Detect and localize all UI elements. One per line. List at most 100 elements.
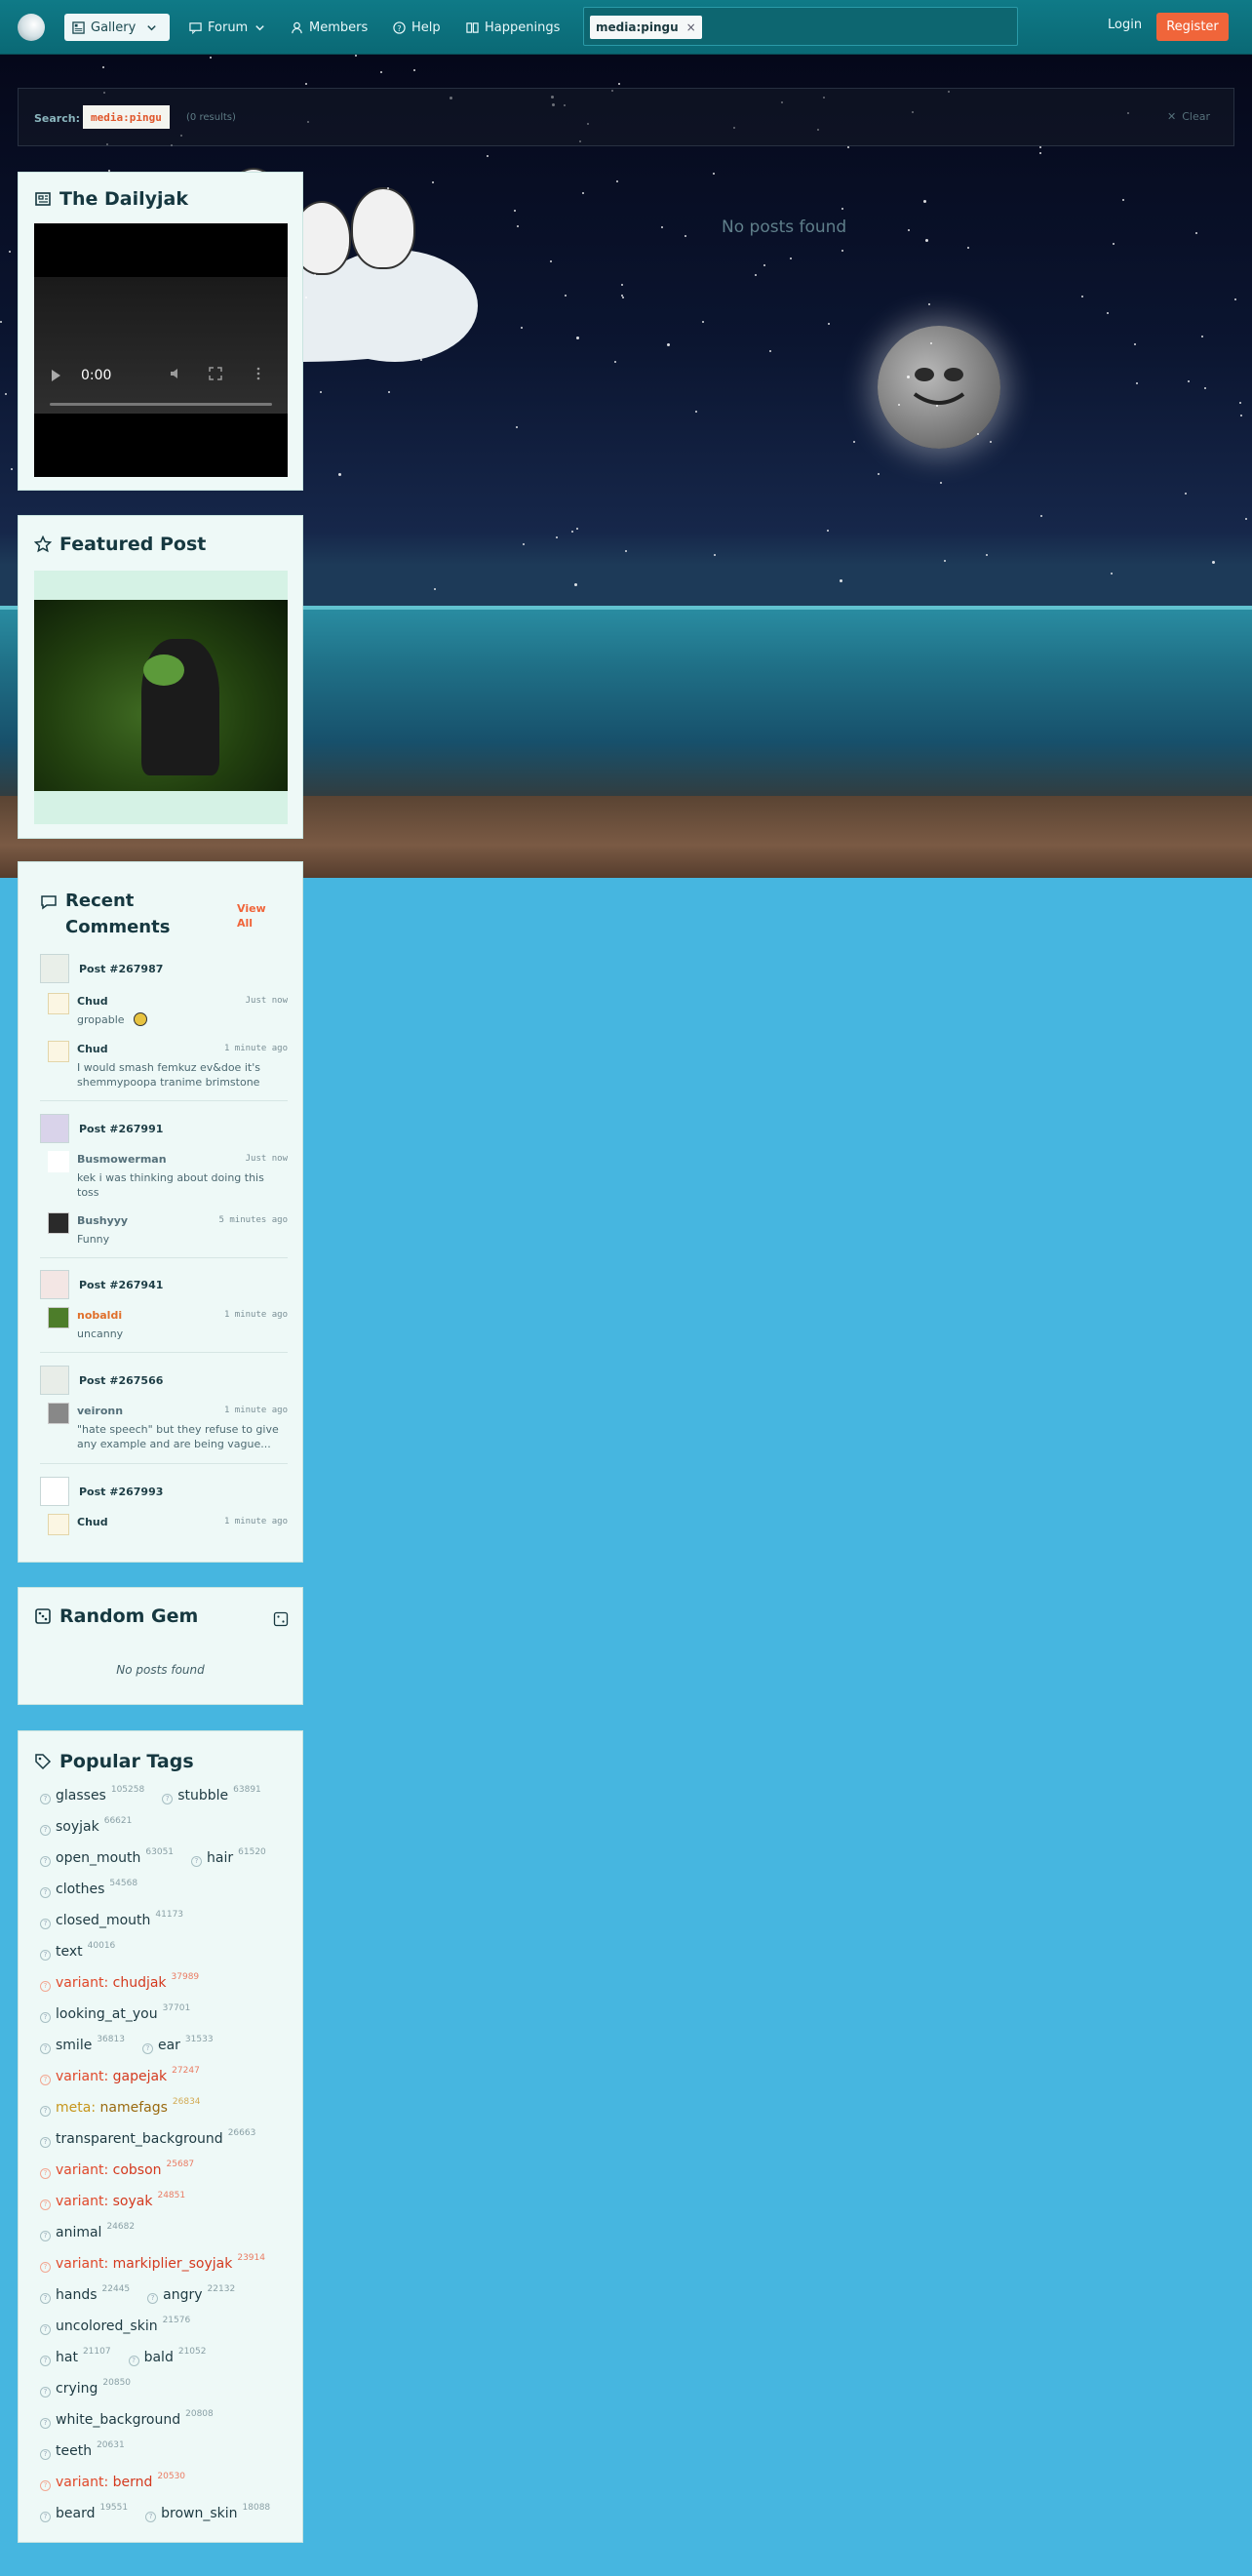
avatar[interactable] bbox=[48, 1041, 69, 1062]
post-thumbnail[interactable] bbox=[40, 1366, 69, 1395]
tag-help-icon[interactable]: ? bbox=[40, 2448, 51, 2460]
avatar[interactable] bbox=[48, 1212, 69, 1234]
tag-link[interactable]: ? open_mouth 63051 bbox=[40, 1847, 174, 1867]
tag-help-icon[interactable]: ? bbox=[40, 2261, 51, 2273]
tag-help-icon[interactable]: ? bbox=[40, 2167, 51, 2179]
tag-link[interactable]: ? variant: cobson 25687 bbox=[40, 2160, 194, 2179]
tag-link[interactable]: ? animal 24682 bbox=[40, 2222, 135, 2241]
tag-link[interactable]: ? variant: gapejak 27247 bbox=[40, 2066, 200, 2085]
tag-link[interactable]: ? closed_mouth 41173 bbox=[40, 1910, 183, 1929]
tag-link[interactable]: ? teeth 20631 bbox=[40, 2440, 125, 2460]
nav-happenings-button[interactable]: Happenings bbox=[458, 14, 567, 41]
nav-help-button[interactable]: ? Help bbox=[385, 14, 449, 41]
tag-link[interactable]: ? brown_skin 18088 bbox=[145, 2503, 270, 2522]
nav-gallery-button[interactable]: Gallery bbox=[64, 14, 170, 41]
dailyjak-video-player[interactable]: 0:00 bbox=[34, 223, 288, 477]
clear-search-button[interactable]: ✕ Clear bbox=[1167, 110, 1210, 123]
search-tag-chip[interactable]: media:pingu × bbox=[590, 16, 702, 39]
tag-link[interactable]: ? soyjak 66621 bbox=[40, 1816, 132, 1836]
tag-help-icon[interactable]: ? bbox=[40, 2417, 51, 2429]
remove-chip-icon[interactable]: × bbox=[686, 20, 696, 34]
fullscreen-icon[interactable] bbox=[208, 366, 223, 381]
tag-help-icon[interactable]: ? bbox=[40, 2230, 51, 2241]
post-thumbnail[interactable] bbox=[40, 954, 69, 983]
comment-username[interactable]: nobaldi bbox=[77, 1309, 122, 1322]
tag-link[interactable]: ? hands 22445 bbox=[40, 2284, 130, 2304]
tag-link[interactable]: ? bald 21052 bbox=[128, 2347, 206, 2366]
post-link[interactable]: Post #267987 bbox=[40, 954, 163, 983]
tag-help-icon[interactable]: ? bbox=[147, 2292, 159, 2304]
tag-help-icon[interactable]: ? bbox=[40, 2479, 51, 2491]
tag-link[interactable]: ? variant: chudjak 37989 bbox=[40, 1972, 199, 1992]
tag-help-icon[interactable]: ? bbox=[40, 2105, 51, 2117]
register-button[interactable]: Register bbox=[1156, 13, 1229, 41]
tag-help-icon[interactable]: ? bbox=[191, 1855, 203, 1867]
tag-link[interactable]: ? beard 19551 bbox=[40, 2503, 128, 2522]
tag-help-icon[interactable]: ? bbox=[40, 2136, 51, 2148]
tag-link[interactable]: ? variant: bernd 20530 bbox=[40, 2472, 185, 2491]
tag-link[interactable]: ? text 40016 bbox=[40, 1941, 115, 1961]
avatar[interactable] bbox=[48, 1403, 69, 1424]
volume-icon[interactable] bbox=[169, 366, 184, 381]
more-options-icon[interactable] bbox=[251, 366, 266, 381]
post-thumbnail[interactable] bbox=[40, 1114, 69, 1143]
comment-username[interactable]: Chud bbox=[77, 995, 108, 1008]
nav-forum-button[interactable]: Forum bbox=[181, 14, 274, 41]
site-logo[interactable] bbox=[18, 14, 45, 41]
tag-link[interactable]: ? ear 31533 bbox=[141, 2035, 214, 2054]
tag-link[interactable]: ? meta: namefags 26834 bbox=[40, 2097, 201, 2117]
post-link[interactable]: Post #267566 bbox=[40, 1366, 163, 1395]
tag-help-icon[interactable]: ? bbox=[40, 1949, 51, 1961]
tag-link[interactable]: ? uncolored_skin 21576 bbox=[40, 2316, 190, 2335]
tag-link[interactable]: ? glasses 105258 bbox=[40, 1785, 144, 1804]
avatar[interactable] bbox=[48, 1151, 69, 1172]
tag-search-input[interactable]: media:pingu × bbox=[583, 7, 1018, 46]
tag-link[interactable]: ? white_background 20808 bbox=[40, 2409, 214, 2429]
tag-help-icon[interactable]: ? bbox=[40, 1855, 51, 1867]
avatar[interactable] bbox=[48, 993, 69, 1014]
post-link[interactable]: Post #267941 bbox=[40, 1270, 163, 1299]
tag-help-icon[interactable]: ? bbox=[145, 2511, 157, 2522]
tag-link[interactable]: ? stubble 63891 bbox=[162, 1785, 261, 1804]
tag-help-icon[interactable]: ? bbox=[40, 1980, 51, 1992]
login-link[interactable]: Login bbox=[1108, 18, 1142, 32]
tag-help-icon[interactable]: ? bbox=[40, 1793, 51, 1804]
tag-link[interactable]: ? smile 36813 bbox=[40, 2035, 125, 2054]
tag-help-icon[interactable]: ? bbox=[40, 2386, 51, 2398]
comment-username[interactable]: Busmowerman bbox=[77, 1153, 167, 1166]
tag-link[interactable]: ? hat 21107 bbox=[40, 2347, 111, 2366]
tag-link[interactable]: ? crying 20850 bbox=[40, 2378, 131, 2398]
tag-help-icon[interactable]: ? bbox=[40, 2323, 51, 2335]
tag-help-icon[interactable]: ? bbox=[40, 1918, 51, 1929]
tag-help-icon[interactable]: ? bbox=[128, 2355, 139, 2366]
tag-link[interactable]: ? angry 22132 bbox=[147, 2284, 235, 2304]
tag-help-icon[interactable]: ? bbox=[40, 2042, 51, 2054]
tag-help-icon[interactable]: ? bbox=[162, 1793, 174, 1804]
tag-link[interactable]: ? clothes 54568 bbox=[40, 1879, 137, 1898]
play-icon[interactable] bbox=[52, 370, 60, 381]
comment-username[interactable]: Chud bbox=[77, 1516, 108, 1528]
avatar[interactable] bbox=[48, 1514, 69, 1535]
tag-link[interactable]: ? transparent_background 26663 bbox=[40, 2128, 255, 2148]
tag-help-icon[interactable]: ? bbox=[40, 2292, 51, 2304]
tag-help-icon[interactable]: ? bbox=[40, 2199, 51, 2210]
tag-help-icon[interactable]: ? bbox=[40, 2355, 51, 2366]
tag-help-icon[interactable]: ? bbox=[40, 2074, 51, 2085]
tag-help-icon[interactable]: ? bbox=[40, 2511, 51, 2522]
tag-link[interactable]: ? looking_at_you 37701 bbox=[40, 2003, 190, 2023]
tag-link[interactable]: ? hair 61520 bbox=[191, 1847, 266, 1867]
tag-link[interactable]: ? variant: soyak 24851 bbox=[40, 2191, 185, 2210]
view-all-comments-link[interactable]: View All bbox=[237, 901, 276, 931]
tag-help-icon[interactable]: ? bbox=[40, 2011, 51, 2023]
post-thumbnail[interactable] bbox=[40, 1477, 69, 1506]
comment-username[interactable]: Chud bbox=[77, 1043, 108, 1055]
post-link[interactable]: Post #267991 bbox=[40, 1114, 163, 1143]
post-link[interactable]: Post #267993 bbox=[40, 1477, 163, 1506]
post-thumbnail[interactable] bbox=[40, 1270, 69, 1299]
comment-username[interactable]: veironn bbox=[77, 1405, 123, 1417]
avatar[interactable] bbox=[48, 1307, 69, 1328]
featured-post-image[interactable] bbox=[34, 600, 288, 791]
video-progress-bar[interactable] bbox=[50, 403, 272, 406]
reroll-dice-icon[interactable] bbox=[273, 1611, 289, 1627]
nav-members-button[interactable]: Members bbox=[283, 14, 375, 41]
